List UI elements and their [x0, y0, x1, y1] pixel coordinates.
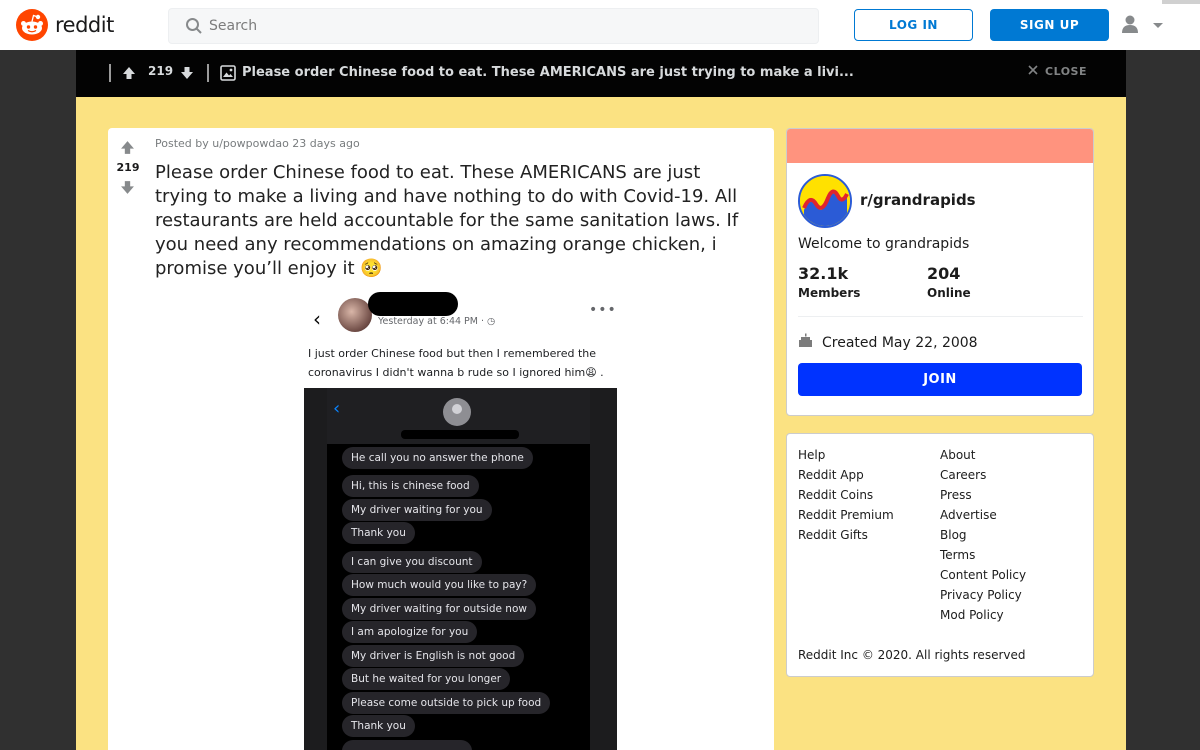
subreddit-name[interactable]: r/grandrapids — [860, 191, 976, 209]
message-bubble: But he waited for you longer — [342, 668, 511, 690]
signup-button[interactable]: SIGN UP — [990, 9, 1109, 41]
image-post-icon — [220, 65, 236, 85]
join-button[interactable]: JOIN — [798, 363, 1082, 396]
post-meta: Posted by u/powpowdao 23 days ago — [155, 137, 360, 150]
fb-status-text: I just order Chinese food but then I rem… — [308, 347, 604, 379]
footer-link[interactable]: Careers — [940, 468, 986, 482]
downvote-icon[interactable] — [120, 180, 135, 199]
reddit-logo[interactable]: reddit — [16, 9, 114, 41]
post-card: 219 Posted by u/powpowdao 23 days ago Pl… — [108, 128, 774, 750]
message-bubble: Thank you — [342, 522, 415, 544]
copyright-text: Reddit Inc © 2020. All rights reserved — [798, 648, 1026, 662]
post-overlay-header: 219 Please order Chinese food to eat. Th… — [76, 50, 1126, 97]
top-nav: reddit LOG IN SIGN UP — [0, 0, 1200, 50]
upvote-icon[interactable] — [122, 65, 136, 84]
search-bar[interactable] — [168, 8, 819, 44]
message-bubble: My driver is English is not good — [342, 645, 525, 667]
overlay-post-title: Please order Chinese food to eat. These … — [242, 65, 854, 80]
footer-link[interactable]: Privacy Policy — [940, 588, 1022, 602]
online-count: 204 — [927, 264, 961, 283]
community-info-card: r/grandrapids Welcome to grandrapids 32.… — [786, 128, 1094, 416]
footer-link[interactable]: Mod Policy — [940, 608, 1004, 622]
footer-link[interactable]: Advertise — [940, 508, 997, 522]
search-input[interactable] — [209, 9, 799, 43]
footer-link[interactable]: Blog — [940, 528, 967, 542]
footer-link[interactable]: Reddit App — [798, 468, 864, 482]
footer-link[interactable]: Help — [798, 448, 825, 462]
message-bubble: He call you no answer the phone — [342, 447, 533, 469]
overlay-score: 219 — [148, 64, 174, 78]
message-bubble: Please come outside to pick up food — [342, 692, 551, 714]
redaction-mark — [401, 430, 519, 439]
window-edge — [1162, 0, 1200, 4]
message-bubble: My driver waiting for outside now — [342, 598, 536, 620]
footer-link[interactable]: Reddit Premium — [798, 508, 894, 522]
more-options-icon: ••• — [589, 302, 617, 318]
post-title: Please order Chinese food to eat. These … — [155, 162, 739, 279]
message-bubble: Hi, this is chinese food — [342, 475, 479, 497]
back-chevron-icon: ‹ — [333, 398, 341, 419]
contact-avatar-icon — [443, 398, 471, 426]
user-icon — [1122, 15, 1163, 33]
created-text: Created May 22, 2008 — [822, 334, 978, 351]
search-icon — [185, 17, 203, 39]
footer-link[interactable]: Terms — [940, 548, 975, 562]
reddit-wordmark: reddit — [55, 13, 114, 37]
downvote-icon[interactable] — [180, 65, 194, 84]
message-bubble: My driver waiting for you — [342, 499, 492, 521]
upvote-icon[interactable] — [120, 140, 135, 159]
footer-link[interactable]: Reddit Coins — [798, 488, 873, 502]
user-menu[interactable] — [1120, 13, 1166, 37]
post-score: 219 — [116, 161, 140, 174]
message-bubble: How much would you like to pay? — [342, 574, 537, 596]
divider — [798, 316, 1083, 317]
close-icon — [1028, 65, 1038, 78]
post-image[interactable]: ‹ Yesterday at 6:44 PM · ◷ ••• I just or… — [304, 288, 618, 750]
footer-link[interactable]: Reddit Gifts — [798, 528, 868, 542]
phone-screenshot: ‹ He call you no answer the phone Hi, th… — [304, 388, 617, 750]
message-bubble: Thank you — [342, 715, 415, 737]
messages-screen: ‹ He call you no answer the phone Hi, th… — [327, 388, 590, 750]
messages-header: ‹ — [327, 388, 590, 444]
message-bubble: I can give you discount — [342, 551, 482, 573]
close-label: CLOSE — [1045, 65, 1087, 78]
cake-icon — [798, 333, 813, 352]
members-label: Members — [798, 286, 861, 300]
created-date: Created May 22, 2008 — [798, 333, 978, 352]
online-label: Online — [927, 286, 971, 300]
community-banner — [787, 129, 1093, 163]
footer-link[interactable]: About — [940, 448, 975, 462]
fb-timestamp: Yesterday at 6:44 PM · ◷ — [378, 316, 496, 327]
redaction-mark — [368, 292, 458, 316]
message-bubble: I am apologize for you — [342, 621, 478, 643]
message-bubble — [342, 740, 472, 750]
divider — [207, 64, 209, 82]
close-button[interactable]: CLOSE — [1028, 65, 1087, 78]
login-button[interactable]: LOG IN — [854, 9, 973, 41]
divider — [109, 64, 111, 82]
subreddit-icon[interactable] — [798, 174, 852, 228]
avatar — [338, 298, 372, 332]
reddit-snoo-icon — [16, 9, 48, 41]
members-count: 32.1k — [798, 264, 849, 283]
footer-links-card: Help Reddit App Reddit Coins Reddit Prem… — [786, 433, 1094, 677]
footer-link[interactable]: Press — [940, 488, 972, 502]
footer-link[interactable]: Content Policy — [940, 568, 1026, 582]
subreddit-description: Welcome to grandrapids — [798, 236, 970, 252]
back-chevron-icon: ‹ — [313, 307, 321, 331]
